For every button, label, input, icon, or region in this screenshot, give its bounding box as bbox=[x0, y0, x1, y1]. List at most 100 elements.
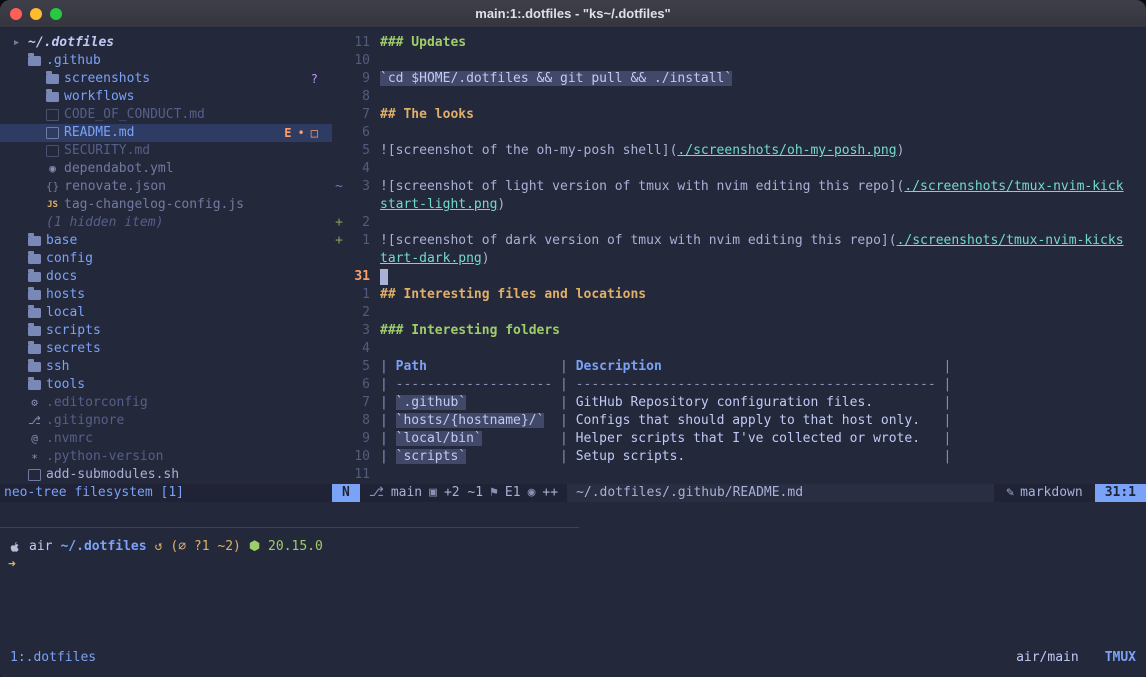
shell-pane[interactable]: ────────────────────────────────────────… bbox=[0, 520, 1146, 574]
tree-item-label: dependabot.yml bbox=[64, 160, 174, 178]
tree-item-dependabot-yml[interactable]: ◉dependabot.yml bbox=[0, 160, 332, 178]
line-number: 7 bbox=[346, 106, 370, 124]
line-number: 1 bbox=[346, 286, 370, 304]
tree-item-config[interactable]: config bbox=[0, 250, 332, 268]
editor-line-16[interactable]: 3### Interesting folders bbox=[332, 322, 1146, 340]
line-number: 11 bbox=[346, 34, 370, 52]
editor-line-18[interactable]: 5| Path | Description | bbox=[332, 358, 1146, 376]
editor-line-17[interactable]: 4 bbox=[332, 340, 1146, 358]
line-number: 11 bbox=[346, 466, 370, 484]
tree-item-1-hidden-item[interactable]: (1 hidden item) bbox=[0, 214, 332, 232]
code-segment: ### Interesting folders bbox=[380, 323, 560, 338]
editor-line-12[interactable]: tart-dark.png) bbox=[332, 250, 1146, 268]
js-icon: JS bbox=[46, 196, 59, 214]
editor-line-11[interactable]: +1![screenshot of dark version of tmux w… bbox=[332, 232, 1146, 250]
code-segment: | bbox=[380, 431, 396, 446]
tree-item-ssh[interactable]: ssh bbox=[0, 358, 332, 376]
editor-line-10[interactable]: +2 bbox=[332, 214, 1146, 232]
tree-item-hosts[interactable]: hosts bbox=[0, 286, 332, 304]
folder-icon bbox=[28, 290, 41, 300]
neo-tree-panel[interactable]: ▸~/.dotfiles.githubscreenshots?workflows… bbox=[0, 28, 332, 484]
editor-line-7[interactable]: 4 bbox=[332, 160, 1146, 178]
editor-line-20[interactable]: 7| `.github` | GitHub Repository configu… bbox=[332, 394, 1146, 412]
line-number: 9 bbox=[346, 430, 370, 448]
editor-line-21[interactable]: 8| `hosts/{hostname}/` | Configs that sh… bbox=[332, 412, 1146, 430]
folder-icon bbox=[28, 362, 41, 372]
tree-item-label: workflows bbox=[64, 88, 134, 106]
code-segment: | bbox=[920, 431, 951, 446]
tmux-session-name: air/main bbox=[1016, 649, 1079, 667]
tmux-window-tab[interactable]: 1:.dotfiles bbox=[10, 649, 96, 667]
tree-item-add-submodules-sh[interactable]: add-submodules.sh bbox=[0, 466, 332, 484]
code-segment: ## The looks bbox=[380, 107, 474, 122]
tree-item-code-of-conduct-md[interactable]: CODE_OF_CONDUCT.md bbox=[0, 106, 332, 124]
tree-item-nvmrc[interactable]: @.nvmrc bbox=[0, 430, 332, 448]
code-segment: | bbox=[544, 413, 575, 428]
line-text: ![screenshot of dark version of tmux wit… bbox=[380, 232, 1124, 250]
tree-item-renovate-json[interactable]: {}renovate.json bbox=[0, 178, 332, 196]
editor-line-5[interactable]: 6 bbox=[332, 124, 1146, 142]
at-icon: @ bbox=[28, 430, 41, 448]
editor-line-4[interactable]: 7 ## The looks bbox=[332, 106, 1146, 124]
code-segment: | bbox=[380, 359, 396, 374]
tree-item-github[interactable]: .github bbox=[0, 52, 332, 70]
tree-item-label: base bbox=[46, 232, 77, 250]
editor-line-13[interactable]: 31 bbox=[332, 268, 1146, 286]
tree-item-base[interactable]: base bbox=[0, 232, 332, 250]
editor-line-3[interactable]: 8 bbox=[332, 88, 1146, 106]
line-text: ![screenshot of the oh-my-posh shell](./… bbox=[380, 142, 904, 160]
arrow-icon: ▸ bbox=[10, 34, 23, 52]
editor-buffer[interactable]: 11### Updates109`cd $HOME/.dotfiles && g… bbox=[332, 34, 1146, 484]
tree-item-local[interactable]: local bbox=[0, 304, 332, 322]
tree-item-label: add-submodules.sh bbox=[46, 466, 179, 484]
folder-icon bbox=[28, 326, 41, 336]
tree-item-screenshots[interactable]: screenshots? bbox=[0, 70, 332, 88]
tree-item-security-md[interactable]: SECURITY.md bbox=[0, 142, 332, 160]
code-segment: | bbox=[380, 395, 396, 410]
neo-tree-status: neo-tree filesystem [1] bbox=[0, 484, 332, 502]
line-number: 9 bbox=[346, 70, 370, 88]
code-segment: ./screenshots/tmux-nvim-kicks bbox=[897, 233, 1124, 248]
tree-item-label: tools bbox=[46, 376, 85, 394]
file-path: ~/.dotfiles/.github/README.md bbox=[567, 484, 994, 502]
tmux-status-bar: 1:.dotfiles air/main TMUX bbox=[0, 639, 1146, 677]
star-icon: ∗ bbox=[28, 448, 41, 466]
editor-line-8[interactable]: ~3![screenshot of light version of tmux … bbox=[332, 178, 1146, 196]
editor-line-1[interactable]: 10 bbox=[332, 52, 1146, 70]
tree-item-python-version[interactable]: ∗.python-version bbox=[0, 448, 332, 466]
file-icon bbox=[46, 127, 59, 139]
prompt-arrow-icon: ➜ bbox=[8, 556, 16, 574]
status-extra-icon: ◉ bbox=[528, 484, 536, 502]
editor-line-2[interactable]: 9`cd $HOME/.dotfiles && git pull && ./in… bbox=[332, 70, 1146, 88]
tree-item-secrets[interactable]: secrets bbox=[0, 340, 332, 358]
folder-icon bbox=[28, 56, 41, 66]
editor-line-22[interactable]: 9| `local/bin` | Helper scripts that I'v… bbox=[332, 430, 1146, 448]
mode-indicator: N bbox=[332, 484, 360, 502]
file-icon bbox=[28, 469, 41, 481]
tree-item-label: ssh bbox=[46, 358, 69, 376]
editor-line-19[interactable]: 6| -------------------- | --------------… bbox=[332, 376, 1146, 394]
editor-line-6[interactable]: 5![screenshot of the oh-my-posh shell](.… bbox=[332, 142, 1146, 160]
tree-item-tools[interactable]: tools bbox=[0, 376, 332, 394]
code-segment: ./screenshots/oh-my-posh.png bbox=[677, 143, 896, 158]
editor-line-0[interactable]: 11### Updates bbox=[332, 34, 1146, 52]
tree-item-editorconfig[interactable]: ⚙.editorconfig bbox=[0, 394, 332, 412]
tree-item-dotfiles[interactable]: ▸~/.dotfiles bbox=[0, 34, 332, 52]
tree-item-gitignore[interactable]: ⎇.gitignore bbox=[0, 412, 332, 430]
tree-item-tag-changelog-config-js[interactable]: JStag-changelog-config.js bbox=[0, 196, 332, 214]
tree-item-scripts[interactable]: scripts bbox=[0, 322, 332, 340]
editor-line-14[interactable]: 1## Interesting files and locations bbox=[332, 286, 1146, 304]
folder-icon bbox=[28, 272, 41, 282]
unstaged-badge: □ bbox=[311, 124, 318, 142]
tree-item-docs[interactable]: docs bbox=[0, 268, 332, 286]
editor-line-9[interactable]: start-light.png) bbox=[332, 196, 1146, 214]
editor-line-15[interactable]: 2 bbox=[332, 304, 1146, 322]
tree-item-label: .editorconfig bbox=[46, 394, 148, 412]
editor-line-23[interactable]: 10| `scripts` | Setup scripts. | bbox=[332, 448, 1146, 466]
editor-line-24[interactable]: 11 bbox=[332, 466, 1146, 484]
code-segment: Configs that should apply to that host o… bbox=[576, 413, 920, 428]
shell-input-line[interactable]: ➜ bbox=[0, 556, 1146, 574]
tree-item-readme-md[interactable]: README.mdE•□ bbox=[0, 124, 332, 142]
tree-item-label: SECURITY.md bbox=[64, 142, 150, 160]
tree-item-workflows[interactable]: workflows bbox=[0, 88, 332, 106]
